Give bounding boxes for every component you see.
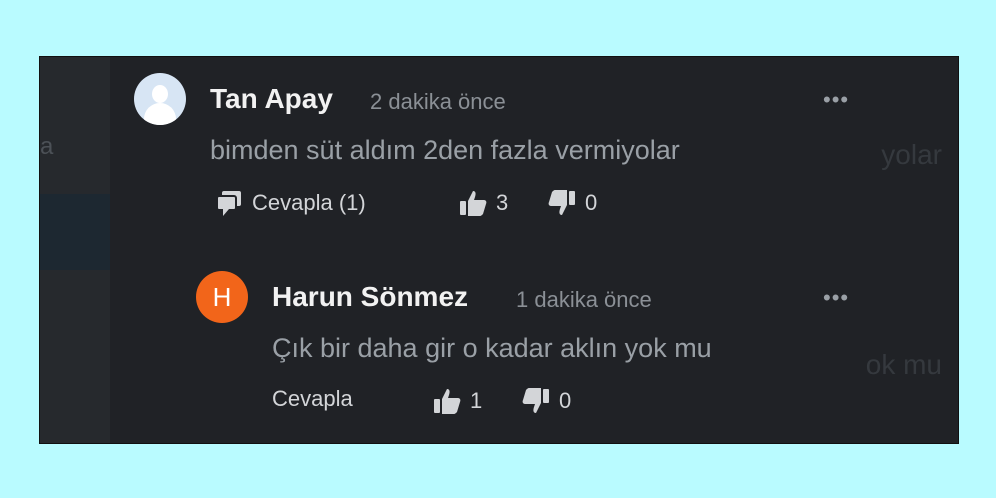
dislike-button[interactable]: 0 xyxy=(547,188,597,218)
comment-author[interactable]: Tan Apay xyxy=(210,83,333,115)
reply-button[interactable]: Cevapla (1) xyxy=(214,188,366,218)
user-avatar[interactable]: H xyxy=(196,271,248,323)
like-button[interactable]: 3 xyxy=(458,188,508,218)
left-sidebar: a xyxy=(40,57,110,443)
thumbs-up-icon xyxy=(432,386,462,416)
dislike-button[interactable]: 0 xyxy=(521,386,571,416)
thumbs-up-icon xyxy=(458,188,488,218)
background-ghost-text: ok mu xyxy=(865,349,942,380)
reply-label: Cevapla xyxy=(272,386,353,411)
sidebar-selected-item[interactable] xyxy=(40,194,110,270)
reply-button[interactable]: Cevapla xyxy=(272,386,353,412)
more-options-button[interactable]: ••• xyxy=(823,285,849,311)
comment-time: 1 dakika önce xyxy=(516,287,652,312)
dislike-count: 0 xyxy=(585,190,598,215)
background-ghost-text: yolar xyxy=(881,139,942,170)
like-button[interactable]: 1 xyxy=(432,386,482,416)
reply-icon xyxy=(214,188,244,218)
comments-panel: a yolar ok mu Tan Apay 2 dakika önce •••… xyxy=(39,56,959,444)
more-options-button[interactable]: ••• xyxy=(823,87,849,113)
avatar-head-shape xyxy=(152,85,168,103)
sidebar-ghost-text: a xyxy=(40,133,54,160)
reply-label: Cevapla (1) xyxy=(252,190,366,215)
thumbs-down-icon xyxy=(521,386,551,416)
like-count: 1 xyxy=(470,388,483,413)
avatar-body-shape xyxy=(144,103,176,125)
dislike-count: 0 xyxy=(559,388,572,413)
like-count: 3 xyxy=(496,190,509,215)
comment-author[interactable]: Harun Sönmez xyxy=(272,281,468,313)
comment-text: bimden süt aldım 2den fazla vermiyolar xyxy=(210,135,680,165)
thumbs-down-icon xyxy=(547,188,577,218)
user-avatar[interactable] xyxy=(134,73,186,125)
comment-text: Çık bir daha gir o kadar aklın yok mu xyxy=(272,333,712,363)
comment-time: 2 dakika önce xyxy=(370,89,506,114)
